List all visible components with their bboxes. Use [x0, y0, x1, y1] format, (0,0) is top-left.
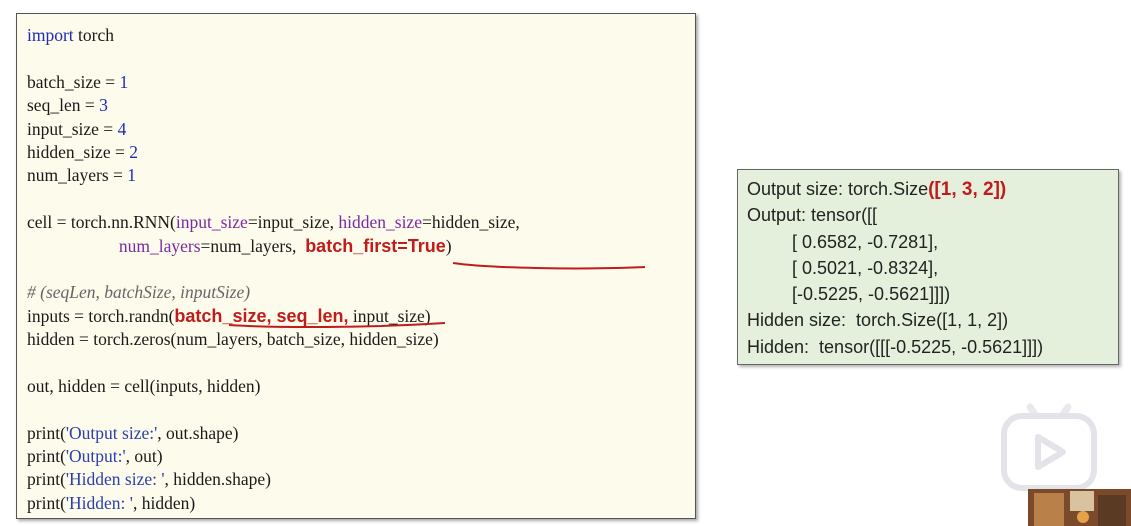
code-line-print-hidden-size: print('Hidden size: ', hidden.shape): [27, 469, 271, 490]
play-icon[interactable]: [1000, 403, 1098, 491]
output-line-tensor: Output: tensor([[: [747, 205, 878, 226]
code-line-num-layers: num_layers = 1: [27, 165, 137, 186]
code-line-print-output: print('Output:', out): [27, 446, 163, 467]
code-line-input-size: input_size = 4: [27, 118, 127, 139]
code-line-cell-call: out, hidden = cell(inputs, hidden): [27, 375, 261, 396]
code-line-import: import torch: [27, 25, 115, 45]
batch-seq-highlight: batch_size, seq_len,: [174, 305, 349, 326]
code-block: import torch batch_size = 1 seq_len = 3 in…: [27, 24, 520, 515]
code-line-batch-size: batch_size = 1: [27, 71, 129, 92]
output-line-row-2: [ 0.5021, -0.8324],: [747, 257, 939, 278]
output-shape-highlight: ([1, 3, 2]): [928, 179, 1007, 200]
code-line-comment: # (seqLen, batchSize, inputSize): [27, 282, 251, 303]
batch-first-highlight: batch_first=True: [305, 235, 446, 256]
code-line-cell: cell = torch.nn.RNN(input_size=input_siz…: [27, 212, 520, 233]
code-line-cell-continued: num_layers=num_layers, batch_first=True): [118, 235, 452, 256]
output-line-size: Output size: torch.Size([1, 3, 2]): [747, 179, 1007, 200]
code-line-print-output-size: print('Output size:', out.shape): [27, 422, 239, 443]
hidden-size-line: Hidden size: torch.Size([1, 1, 2]): [747, 310, 1009, 331]
code-line-print-hidden: print('Hidden: ', hidden): [27, 492, 196, 513]
hidden-tensor-line: Hidden: tensor([[[-0.5225, -0.5621]]]): [747, 336, 1044, 357]
code-line-hidden-size: hidden_size = 2: [27, 141, 138, 162]
output-panel: Output size: torch.Size([1, 3, 2]) Outpu…: [737, 169, 1119, 365]
code-line-hidden: hidden = torch.zeros(num_layers, batch_s…: [27, 329, 439, 350]
output-line-row-1: [ 0.6582, -0.7281],: [747, 231, 939, 252]
code-line-inputs: inputs = torch.randn(batch_size, seq_len…: [27, 305, 431, 326]
output-line-row-3: [-0.5225, -0.5621]]]): [747, 284, 951, 305]
tv-logo-icon: [1028, 489, 1131, 526]
code-line-seq-len: seq_len = 3: [27, 95, 108, 116]
code-panel: import torch batch_size = 1 seq_len = 3 in…: [16, 13, 696, 519]
